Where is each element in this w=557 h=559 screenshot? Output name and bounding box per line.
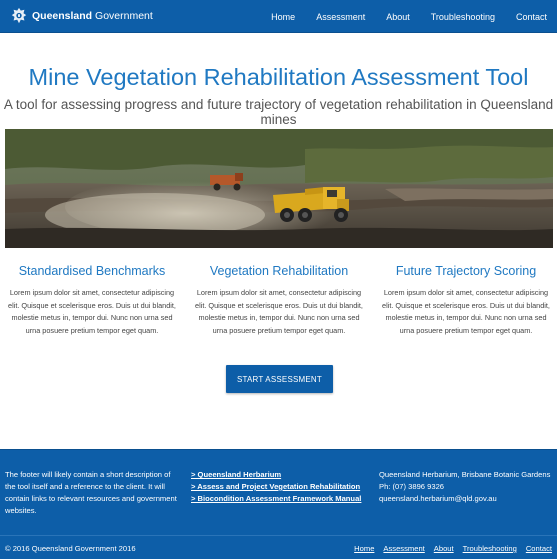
footer-nav: Home Assessment About Troubleshooting Co… xyxy=(345,544,552,553)
page-title: Mine Vegetation Rehabilitation Assessmen… xyxy=(28,64,529,90)
contact-address: Queensland Herbarium, Brisbane Botanic G… xyxy=(379,470,551,479)
brand-logo[interactable]: Queensland Government xyxy=(10,7,153,25)
footer-nav-assessment[interactable]: Assessment xyxy=(383,544,424,553)
link-queensland-herbarium[interactable]: > Queensland Herbarium xyxy=(191,469,361,481)
copyright: © 2016 Queensland Government 2016 xyxy=(5,544,136,553)
footer-description: The footer will likely contain a short d… xyxy=(5,470,177,515)
contact-email[interactable]: queensland.herbarium@qld.gov.au xyxy=(379,493,550,505)
feature-text: Lorem ipsum dolor sit amet, consectetur … xyxy=(382,288,550,335)
queensland-crest-icon xyxy=(11,7,27,24)
feature-title: Standardised Benchmarks xyxy=(18,264,166,278)
contact-phone: Ph: (07) 3896 9326 xyxy=(379,482,445,491)
brand-wordmark: Queensland Government xyxy=(32,10,153,22)
footer-contact: Queensland Herbarium, Brisbane Botanic G… xyxy=(379,469,550,505)
footer-nav-home[interactable]: Home xyxy=(354,544,374,553)
site-footer: The footer will likely contain a short d… xyxy=(0,449,557,559)
footer-nav-troubleshooting[interactable]: Troubleshooting xyxy=(463,544,517,553)
nav-assessment[interactable]: Assessment xyxy=(316,12,365,22)
footer-nav-about[interactable]: About xyxy=(434,544,454,553)
main-nav: Home Assessment About Troubleshooting Co… xyxy=(271,0,547,33)
feature-vegetation-rehabilitation: Vegetation Rehabilitation Lorem ipsum do… xyxy=(193,264,365,337)
footer-bottom-bar: © 2016 Queensland Government 2016 Home A… xyxy=(0,535,557,559)
link-biocondition-manual[interactable]: > Biocondition Assessment Framework Manu… xyxy=(191,493,361,505)
top-navbar: Queensland Government Home Assessment Ab… xyxy=(0,0,557,33)
brand-suffix: Government xyxy=(95,10,153,22)
nav-about[interactable]: About xyxy=(386,12,410,22)
feature-title: Vegetation Rehabilitation xyxy=(209,264,349,278)
feature-text: Lorem ipsum dolor sit amet, consectetur … xyxy=(195,288,363,335)
link-assess-project-rehabilitation[interactable]: > Assess and Project Vegetation Rehabili… xyxy=(191,481,361,493)
feature-future-trajectory-scoring: Future Trajectory Scoring Lorem ipsum do… xyxy=(380,264,552,337)
mine-haul-truck-photo xyxy=(5,129,553,248)
nav-contact[interactable]: Contact xyxy=(516,12,547,22)
page-subtitle: A tool for assessing progress and future… xyxy=(3,97,554,127)
feature-title: Future Trajectory Scoring xyxy=(395,264,537,278)
start-assessment-button[interactable]: START ASSESSMENT xyxy=(226,365,333,393)
footer-nav-contact[interactable]: Contact xyxy=(526,544,552,553)
brand-name: Queensland xyxy=(32,10,93,22)
feature-standardised-benchmarks: Standardised Benchmarks Lorem ipsum dolo… xyxy=(6,264,178,337)
footer-resource-links: > Queensland Herbarium > Assess and Proj… xyxy=(191,469,361,505)
nav-home[interactable]: Home xyxy=(271,12,295,22)
feature-text: Lorem ipsum dolor sit amet, consectetur … xyxy=(8,288,176,335)
nav-troubleshooting[interactable]: Troubleshooting xyxy=(431,12,495,22)
